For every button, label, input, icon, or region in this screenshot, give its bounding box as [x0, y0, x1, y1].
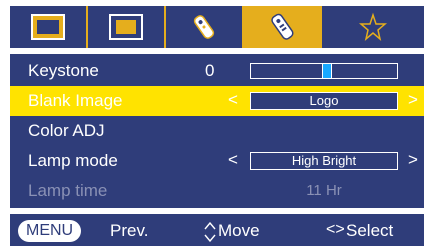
lamp-mode-label: Lamp mode — [28, 151, 118, 170]
screen-icon — [109, 14, 143, 40]
keystone-value: 0 — [205, 61, 215, 80]
tool-icon — [193, 15, 215, 39]
left-arrow-icon[interactable]: < — [228, 90, 238, 110]
menu-row-color-adj[interactable]: Color ADJ — [10, 116, 424, 146]
right-arrow-icon[interactable]: > — [408, 90, 418, 110]
left-arrow-icon[interactable]: < — [228, 150, 238, 170]
tab-option[interactable] — [322, 6, 424, 48]
prev-hint: Prev. — [110, 221, 149, 240]
menu-row-keystone[interactable]: Keystone 0 — [10, 56, 424, 86]
blank-image-value: Logo — [250, 92, 398, 110]
menu-row-lamp-mode[interactable]: Lamp mode < High Bright > — [10, 146, 424, 176]
select-hint: Select — [346, 221, 394, 240]
move-hint: Move — [218, 221, 260, 240]
slider-handle[interactable] — [322, 64, 332, 78]
right-arrow-icon[interactable]: > — [408, 150, 418, 170]
tab-remote[interactable] — [244, 6, 322, 48]
tab-picture[interactable] — [10, 6, 88, 48]
lamp-time-value: 11 Hr — [306, 182, 342, 199]
star-icon — [358, 12, 388, 42]
tab-screen[interactable] — [88, 6, 166, 48]
projector-osd-menu: Keystone 0 Blank Image < Logo > Color AD… — [0, 0, 424, 246]
lamp-time-label: Lamp time — [28, 181, 108, 200]
menu-key-badge[interactable]: MENU — [18, 220, 82, 242]
lamp-mode-value: High Bright — [250, 152, 398, 170]
menu-row-blank-image[interactable]: Blank Image < Logo > — [10, 86, 424, 116]
settings-menu: Keystone 0 Blank Image < Logo > Color AD… — [10, 54, 424, 208]
footer-hint-bar: MENU Prev. Move <> Select — [10, 214, 424, 246]
keystone-slider[interactable] — [250, 63, 398, 79]
tab-tool[interactable] — [166, 6, 244, 48]
tab-bar — [10, 6, 424, 48]
keystone-label: Keystone — [28, 61, 99, 80]
picture-icon — [31, 14, 65, 40]
color-adj-label: Color ADJ — [28, 121, 105, 140]
left-right-arrows-icon: <> — [326, 221, 345, 238]
remote-control-icon — [271, 13, 294, 40]
menu-row-lamp-time: Lamp time 11 Hr — [10, 176, 424, 206]
up-down-arrows-icon — [204, 222, 216, 242]
blank-image-label: Blank Image — [28, 91, 123, 110]
